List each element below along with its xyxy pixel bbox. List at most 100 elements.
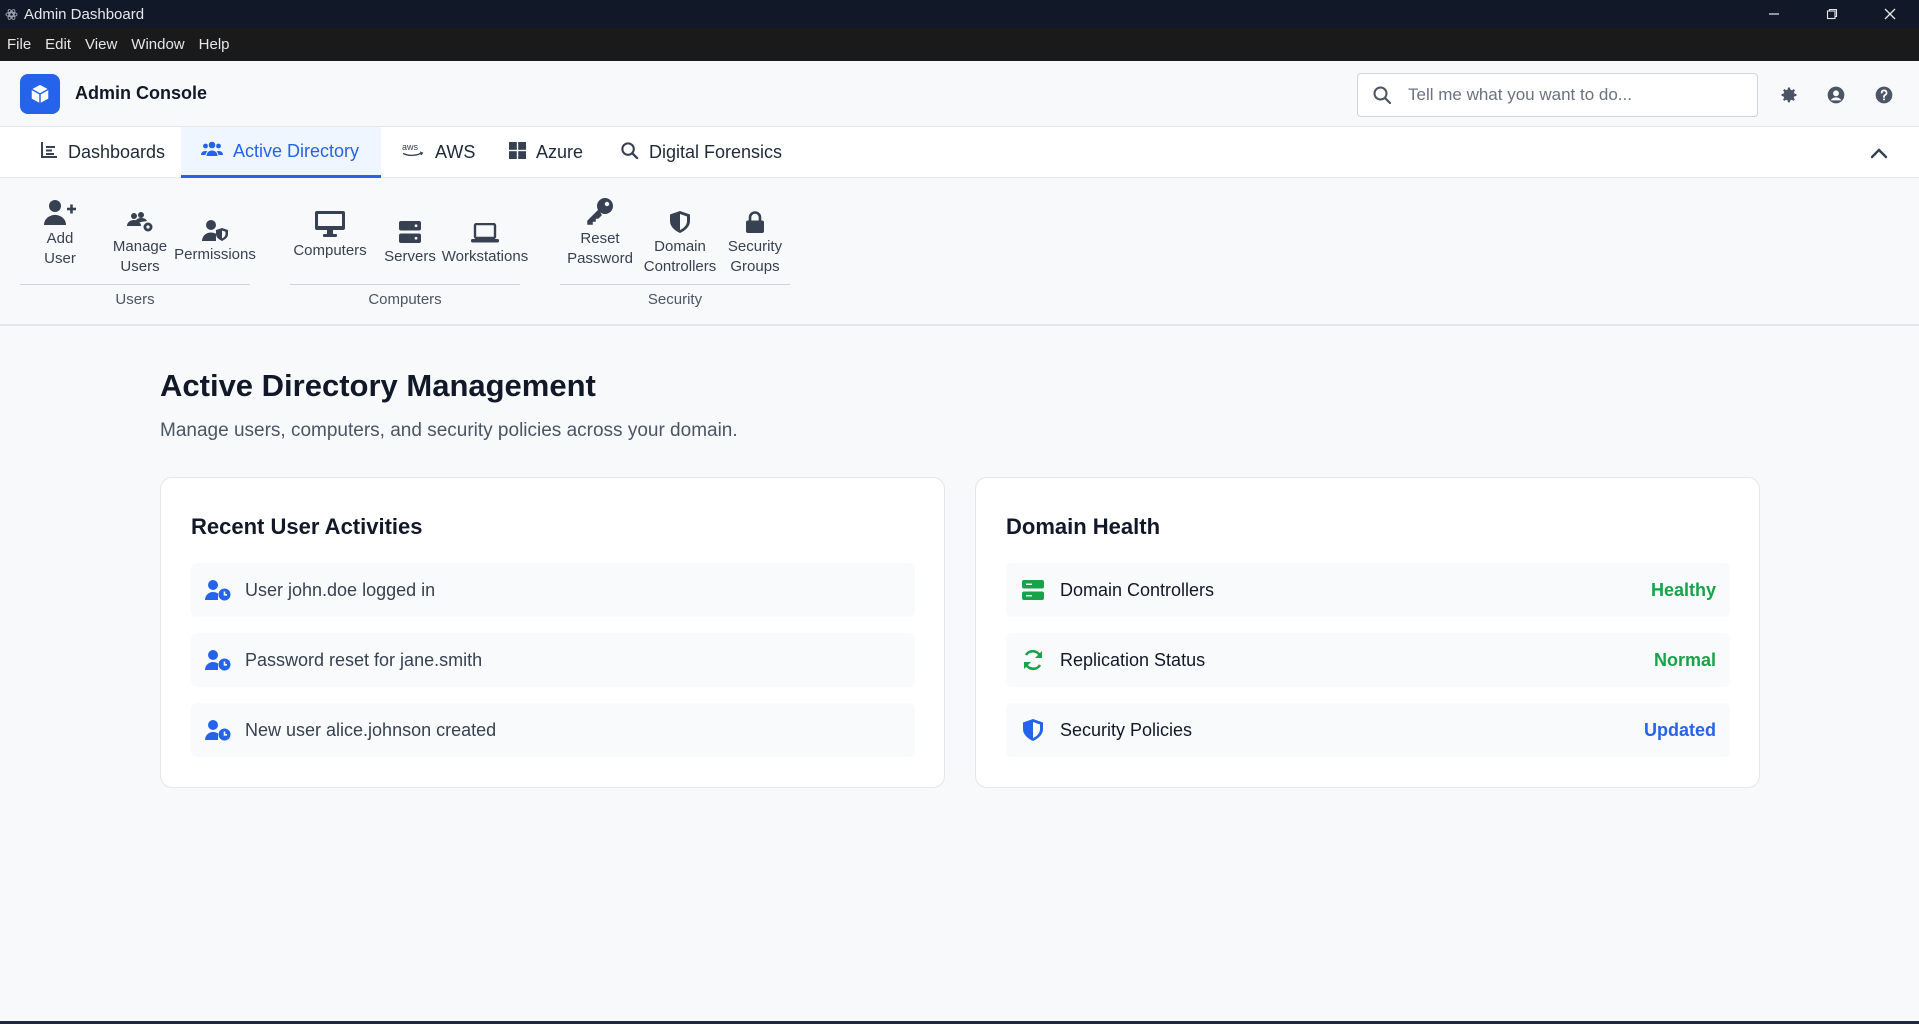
users-cog-icon xyxy=(126,211,154,233)
health-label: Domain Controllers xyxy=(1060,579,1215,600)
app-icon xyxy=(4,7,18,21)
search-icon xyxy=(620,141,649,165)
menu-window[interactable]: Window xyxy=(124,28,191,61)
user-clock-icon xyxy=(205,578,231,602)
activity-item[interactable]: Password reset for jane.smith xyxy=(191,633,915,687)
servers-label: Servers xyxy=(384,248,436,265)
svg-text:aws: aws xyxy=(402,142,419,152)
collapse-ribbon-button[interactable] xyxy=(1867,141,1891,165)
gear-icon[interactable] xyxy=(1778,84,1800,106)
restore-button[interactable] xyxy=(1803,0,1861,28)
window-title: Admin Dashboard xyxy=(24,5,145,23)
aws-icon: aws xyxy=(401,141,435,164)
sync-icon xyxy=(1020,648,1046,672)
activity-item[interactable]: User john.doe logged in xyxy=(191,563,915,617)
workstations-label: Workstations xyxy=(441,248,529,265)
add-user-button[interactable]: Add User xyxy=(36,195,84,269)
app-header: Admin Console xyxy=(0,61,1919,127)
computers-label: Computers xyxy=(293,242,367,259)
user-circle-icon[interactable] xyxy=(1825,84,1847,106)
add-user-label: Add User xyxy=(44,230,76,267)
domain-controllers-button[interactable]: Domain Controllers xyxy=(638,211,722,277)
page-subtitle: Manage users, computers, and security po… xyxy=(160,420,738,441)
activity-text: New user alice.johnson created xyxy=(245,719,497,740)
reset-password-label: Reset Password xyxy=(567,230,633,267)
manage-users-button[interactable]: Manage Users xyxy=(108,211,172,277)
menu-view[interactable]: View xyxy=(78,28,124,61)
tab-digital-forensics[interactable]: Digital Forensics xyxy=(600,127,802,178)
desktop-icon xyxy=(315,209,345,237)
domain-controllers-label: Domain Controllers xyxy=(643,238,717,275)
shield-icon xyxy=(670,211,690,233)
health-label: Security Policies xyxy=(1060,719,1193,740)
server-icon xyxy=(399,221,421,243)
activity-text: User john.doe logged in xyxy=(245,579,436,600)
users-icon xyxy=(201,140,233,163)
server-icon xyxy=(1020,578,1046,602)
health-label: Replication Status xyxy=(1060,649,1206,670)
window-titlebar: Admin Dashboard xyxy=(0,0,1919,28)
group-divider xyxy=(290,284,520,285)
menu-edit[interactable]: Edit xyxy=(38,28,78,61)
security-groups-button[interactable]: Security Groups xyxy=(715,211,795,277)
cube-logo-icon xyxy=(20,73,60,114)
user-plus-icon xyxy=(44,195,76,225)
user-shield-icon xyxy=(202,219,228,241)
reset-password-button[interactable]: Reset Password xyxy=(560,197,640,269)
domain-health-card: Domain Health Domain Controllers Healthy… xyxy=(975,477,1760,788)
manage-users-label: Manage Users xyxy=(112,238,168,275)
minimize-button[interactable] xyxy=(1745,0,1803,28)
tab-bar: Dashboards Active Directory aws AWS Azur… xyxy=(0,127,1919,178)
user-clock-icon xyxy=(205,718,231,742)
health-item[interactable]: Replication Status Normal xyxy=(1006,633,1730,687)
computers-button[interactable]: Computers xyxy=(288,209,372,261)
user-clock-icon xyxy=(205,648,231,672)
tab-label: AWS xyxy=(435,142,476,162)
status-badge: Updated xyxy=(1644,719,1716,740)
servers-button[interactable]: Servers xyxy=(380,221,440,267)
workstations-button[interactable]: Workstations xyxy=(440,221,530,267)
group-label-computers: Computers xyxy=(368,291,442,308)
permissions-button[interactable]: Permissions xyxy=(174,219,256,265)
chart-line-icon xyxy=(40,141,68,164)
permissions-label: Permissions xyxy=(174,246,256,263)
menu-help[interactable]: Help xyxy=(192,28,237,61)
lock-icon xyxy=(746,211,764,233)
tab-label: Azure xyxy=(536,142,584,162)
tab-dashboards[interactable]: Dashboards xyxy=(20,127,185,178)
help-icon[interactable] xyxy=(1873,84,1895,106)
status-badge: Normal xyxy=(1653,649,1716,670)
tab-label: Digital Forensics xyxy=(649,142,783,162)
card-title: Recent User Activities xyxy=(191,514,423,539)
search-icon xyxy=(1372,85,1392,105)
key-icon xyxy=(586,197,614,225)
search-box[interactable] xyxy=(1357,73,1758,117)
group-divider xyxy=(20,284,250,285)
health-item[interactable]: Security Policies Updated xyxy=(1006,703,1730,757)
ribbon-toolbar: Add User Manage Users Permissions Users … xyxy=(0,178,1919,326)
group-label-users: Users xyxy=(115,291,155,308)
brand-name: Admin Console xyxy=(75,83,208,103)
menu-file[interactable]: File xyxy=(0,28,38,61)
health-item[interactable]: Domain Controllers Healthy xyxy=(1006,563,1730,617)
close-button[interactable] xyxy=(1861,0,1919,28)
group-label-security: Security xyxy=(647,291,703,308)
status-badge: Healthy xyxy=(1650,579,1716,600)
card-title: Domain Health xyxy=(1006,514,1161,539)
activity-text: Password reset for jane.smith xyxy=(245,649,483,670)
search-input[interactable] xyxy=(1408,85,1748,105)
group-divider xyxy=(560,284,790,285)
tab-active-directory[interactable]: Active Directory xyxy=(181,127,381,178)
activity-item[interactable]: New user alice.johnson created xyxy=(191,703,915,757)
windows-icon xyxy=(509,141,536,164)
laptop-icon xyxy=(471,221,499,243)
tab-azure[interactable]: Azure xyxy=(489,127,603,178)
page-title: Active Directory Management xyxy=(160,368,596,403)
recent-activities-card: Recent User Activities User john.doe log… xyxy=(160,477,945,788)
security-groups-label: Security Groups xyxy=(727,238,783,275)
shield-icon xyxy=(1020,718,1046,742)
tab-label: Active Directory xyxy=(233,140,360,161)
tab-aws[interactable]: aws AWS xyxy=(381,127,495,178)
tab-label: Dashboards xyxy=(68,142,166,162)
menu-bar: File Edit View Window Help xyxy=(0,28,1919,61)
